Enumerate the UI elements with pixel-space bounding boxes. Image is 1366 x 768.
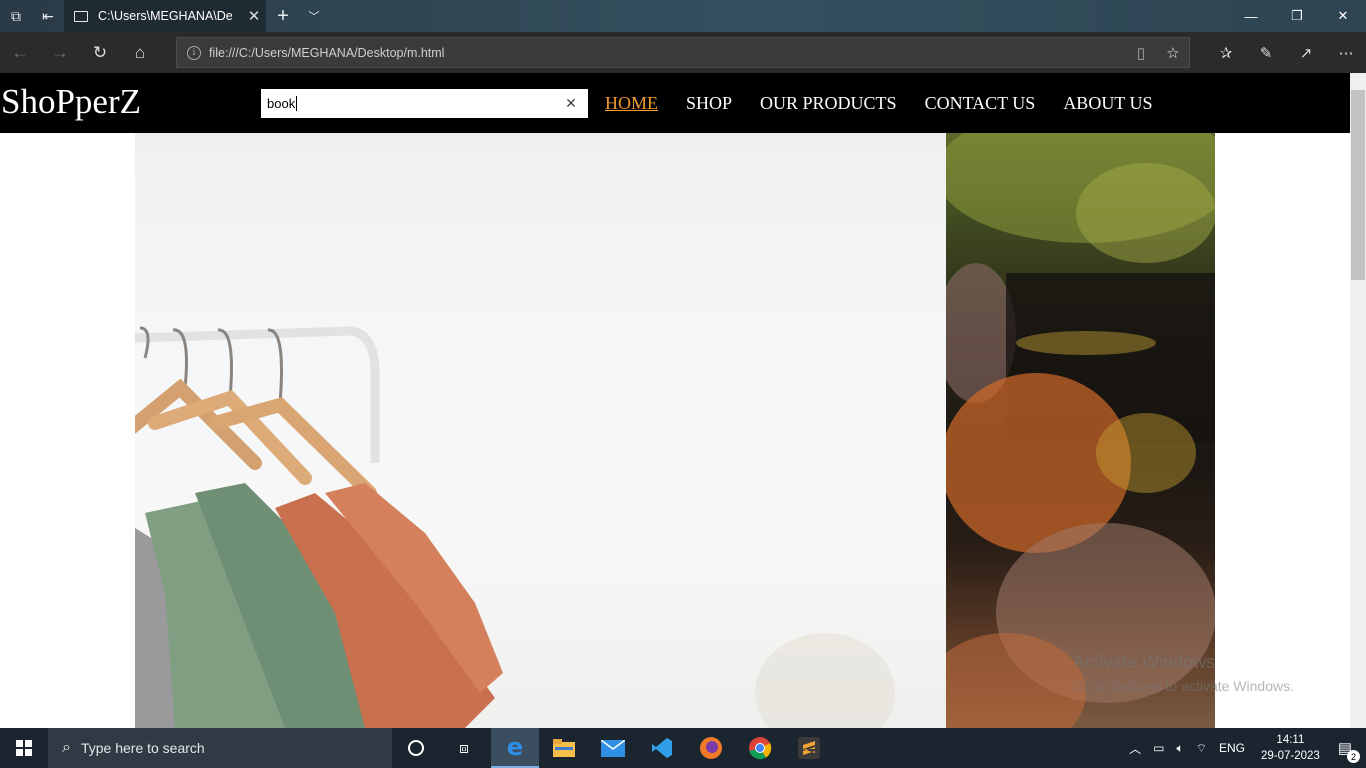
taskbar-search-box[interactable]: ⌕ Type here to search (48, 728, 392, 768)
tab-actions-icon[interactable]: ⧉ (0, 0, 32, 32)
set-tabs-aside-icon[interactable]: ⇤ (32, 0, 64, 32)
task-view-icon[interactable]: ⧈ (440, 728, 488, 768)
notification-count-badge: 2 (1347, 750, 1360, 763)
envelope-icon (601, 739, 625, 757)
sublime-text-icon[interactable] (785, 728, 833, 768)
taskbar-search-placeholder: Type here to search (80, 740, 205, 756)
start-button[interactable] (0, 728, 48, 768)
chrome-logo-icon (749, 737, 772, 760)
hero-image-market (946, 133, 1215, 728)
vscode-icon[interactable] (638, 728, 686, 768)
forward-icon[interactable]: → (40, 32, 80, 73)
volume-icon[interactable]: 🔈︎ (1170, 741, 1189, 756)
windows-logo-icon (16, 740, 32, 756)
search-icon: ⌕ (62, 739, 71, 756)
info-icon[interactable]: i (187, 45, 201, 60)
clock-time: 14:11 (1276, 734, 1305, 746)
share-icon[interactable]: ↗ (1286, 32, 1326, 73)
vscode-logo-icon (652, 738, 672, 758)
address-bar[interactable]: i file:///C:/Users/MEGHANA/Desktop/m.htm… (176, 37, 1190, 68)
mail-icon[interactable] (589, 728, 637, 768)
site-header: ShoPperZ book ✕ HOME SHOP OUR PRODUCTS C… (0, 73, 1350, 133)
site-search-input[interactable]: book ✕ (261, 89, 588, 118)
watermark-subtitle: Go to Settings to activate Windows. (1073, 678, 1294, 694)
main-nav: HOME SHOP OUR PRODUCTS CONTACT US ABOUT … (605, 93, 1153, 114)
search-value: book (267, 96, 296, 111)
browser-tab[interactable]: C:\Users\MEGHANA\De ✕ (64, 0, 266, 32)
tab-close-icon[interactable]: ✕ (242, 7, 266, 25)
watermark-title: Activate Windows (1073, 652, 1216, 672)
hero-image-clothes-rack (135, 133, 946, 728)
clear-search-icon[interactable]: ✕ (554, 95, 588, 112)
clock[interactable]: 14:11 29-07-2023 (1251, 732, 1330, 764)
windows-taskbar: ⌕ Type here to search ⧈ e ︿ ▭ 🔈︎ ⌔ ENG 1… (0, 728, 1366, 768)
url-text[interactable]: file:///C:/Users/MEGHANA/Desktop/m.html (209, 46, 1125, 60)
edge-taskbar-icon[interactable]: e (491, 728, 539, 768)
tab-title: C:\Users\MEGHANA\De (98, 9, 233, 23)
new-tab-icon[interactable]: + (270, 0, 296, 32)
nav-shop[interactable]: SHOP (686, 93, 732, 114)
market-illustration (946, 133, 1215, 728)
more-menu-icon[interactable]: ⋯ (1326, 32, 1366, 73)
browser-tab-bar: ⧉ ⇤ C:\Users\MEGHANA\De ✕ + ﹀ — ❐ ✕ (0, 0, 1366, 32)
language-indicator[interactable]: ENG (1213, 741, 1251, 755)
page-icon (74, 10, 88, 22)
nav-our-products[interactable]: OUR PRODUCTS (760, 93, 897, 114)
clock-date: 29-07-2023 (1260, 750, 1320, 762)
reading-view-icon[interactable]: ▯ (1125, 44, 1157, 62)
battery-icon[interactable]: ▭ (1147, 741, 1170, 755)
firefox-icon[interactable] (687, 728, 735, 768)
nav-about-us[interactable]: ABOUT US (1063, 93, 1152, 114)
close-window-icon[interactable]: ✕ (1320, 0, 1366, 32)
back-icon[interactable]: ← (0, 32, 40, 73)
clothes-rack-illustration (135, 326, 895, 728)
show-hidden-icons-chevron-icon[interactable]: ︿ (1123, 740, 1147, 757)
favorites-icon[interactable]: ✰ (1206, 32, 1246, 73)
address-toolbar: ← → ↻ ⌂ i file:///C:/Users/MEGHANA/Deskt… (0, 32, 1366, 73)
cortana-icon[interactable] (392, 728, 440, 768)
action-center-icon[interactable]: ▤ 2 (1330, 739, 1366, 763)
nav-contact-us[interactable]: CONTACT US (925, 93, 1036, 114)
chrome-icon[interactable] (736, 728, 784, 768)
firefox-logo-icon (700, 737, 722, 759)
home-icon[interactable]: ⌂ (120, 32, 160, 73)
edge-logo-icon: e (506, 733, 524, 761)
file-explorer-icon[interactable] (540, 728, 588, 768)
refresh-icon[interactable]: ↻ (80, 32, 120, 73)
restore-icon[interactable]: ❐ (1274, 0, 1320, 32)
web-page: ShoPperZ book ✕ HOME SHOP OUR PRODUCTS C… (0, 73, 1350, 728)
folder-icon (553, 739, 575, 757)
favorite-star-icon[interactable]: ☆ (1157, 44, 1189, 62)
site-logo[interactable]: ShoPperZ (1, 82, 141, 122)
sublime-logo-icon (798, 737, 820, 759)
text-caret (296, 96, 298, 111)
minimize-icon[interactable]: — (1228, 0, 1274, 32)
tab-preview-chevron-icon[interactable]: ﹀ (300, 0, 328, 32)
wifi-icon[interactable]: ⌔ (1190, 741, 1213, 756)
nav-home[interactable]: HOME (605, 93, 658, 114)
activate-windows-watermark: Activate Windows Go to Settings to activ… (1073, 652, 1294, 694)
notes-pen-icon[interactable]: ✎ (1246, 32, 1286, 73)
system-tray: ︿ ▭ 🔈︎ ⌔ ENG 14:11 29-07-2023 ▤ 2 (1123, 728, 1366, 768)
cortana-circle (408, 740, 424, 756)
scrollbar-thumb[interactable] (1351, 90, 1365, 280)
